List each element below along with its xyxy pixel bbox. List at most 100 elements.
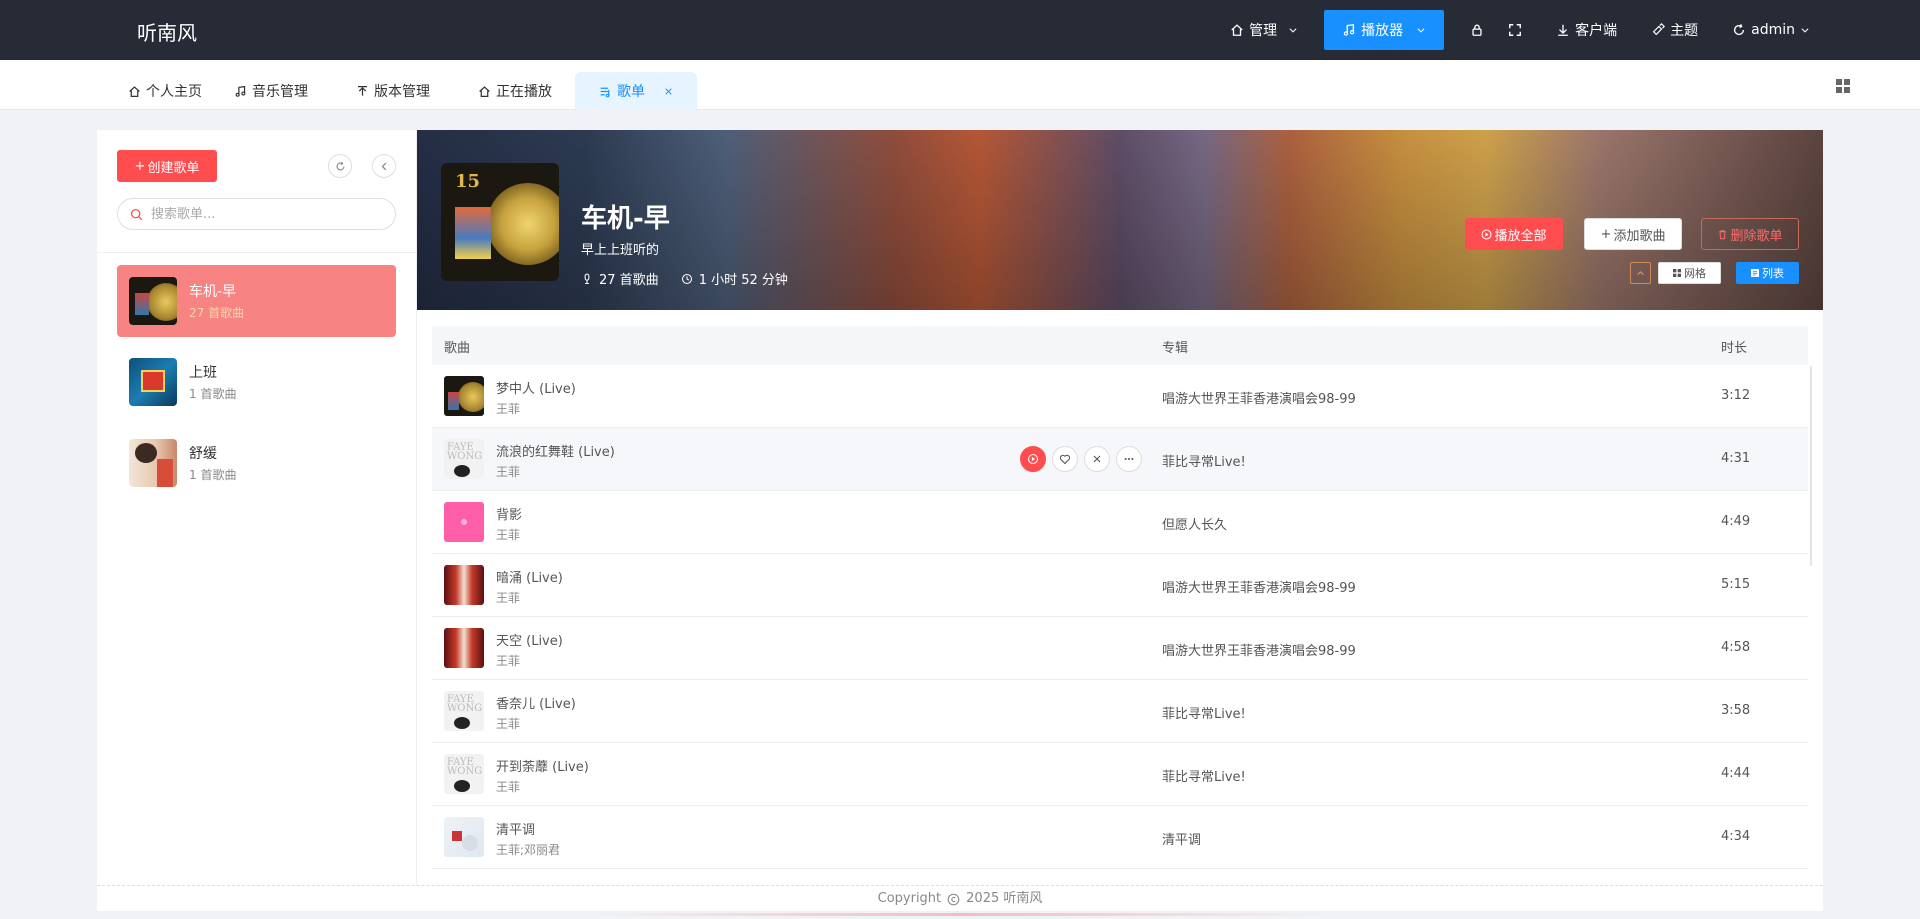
- tab-version-manage[interactable]: 版本管理: [356, 72, 430, 110]
- playlist-name: 上班: [189, 365, 217, 381]
- table-row[interactable]: 背影 王菲 但愿人长久 4:49: [432, 491, 1808, 554]
- chevron-down-icon: [1801, 28, 1809, 33]
- upload-icon: [358, 85, 367, 96]
- table-row[interactable]: FAYE WONG 开到荼蘼 (Live) 王菲 菲比寻常Live! 4:44: [432, 743, 1808, 806]
- chevron-left-icon: [381, 162, 386, 170]
- table-row[interactable]: 暗涌 (Live) 王菲 唱游大世界王菲香港演唱会98-99 5:15: [432, 554, 1808, 617]
- song-artist[interactable]: 王菲;邓丽君: [496, 841, 560, 858]
- home-icon: [1231, 24, 1243, 36]
- more-options-button[interactable]: [1116, 446, 1142, 472]
- player-menu[interactable]: 播放器: [1324, 10, 1445, 50]
- copyright-icon: [947, 893, 960, 905]
- lock-button[interactable]: [1458, 10, 1496, 50]
- table-scrollbar[interactable]: [1810, 366, 1812, 566]
- trash-icon: [1719, 229, 1727, 239]
- song-album[interactable]: 菲比寻常Live!: [1162, 703, 1246, 722]
- table-row[interactable]: FAYE WONG 香奈儿 (Live) 王菲 菲比寻常Live! 3:58: [432, 680, 1808, 743]
- fullscreen-button[interactable]: [1496, 10, 1534, 50]
- song-artist[interactable]: 王菲: [496, 400, 520, 417]
- client-label: 客户端: [1575, 23, 1618, 39]
- playlist-search-input[interactable]: [151, 206, 371, 222]
- playlist-cover: [129, 277, 177, 325]
- table-row[interactable]: FAYE WONG 流浪的红舞鞋 (Live) 王菲 菲比寻常Live! 4:31: [432, 428, 1808, 491]
- search-icon: [130, 208, 143, 220]
- tab-label: 个人主页: [146, 84, 202, 100]
- grid-view-button[interactable]: 网格: [1658, 262, 1721, 284]
- song-album[interactable]: 菲比寻常Live!: [1162, 766, 1246, 785]
- tab-playlist[interactable]: 歌单: [575, 72, 697, 110]
- refresh-icon: [1734, 24, 1745, 36]
- playlist-item-morning[interactable]: 车机-早 27 首歌曲: [117, 265, 396, 337]
- grid-icon[interactable]: [1836, 79, 1850, 93]
- table-row[interactable]: 天空 (Live) 王菲 唱游大世界王菲香港演唱会98-99 4:58: [432, 617, 1808, 680]
- collapse-header-button[interactable]: [1630, 262, 1651, 284]
- tab-label: 正在播放: [496, 84, 552, 100]
- remove-song-button[interactable]: [1084, 446, 1110, 472]
- client-download-link[interactable]: 客户端: [1544, 10, 1629, 50]
- user-menu[interactable]: admin: [1720, 10, 1822, 50]
- table-row[interactable]: 清平调 王菲;邓丽君 清平调 4:34: [432, 806, 1808, 869]
- song-album[interactable]: 清平调: [1162, 829, 1201, 848]
- song-title: 暗涌 (Live): [496, 571, 563, 586]
- header-song: 歌曲: [444, 341, 471, 356]
- add-song-button[interactable]: + 添加歌曲: [1584, 218, 1682, 250]
- list-view-button[interactable]: 列表: [1736, 262, 1799, 284]
- playlist-cover: [129, 439, 177, 487]
- plus-icon: +: [134, 158, 146, 174]
- music-note-icon: [1343, 23, 1355, 36]
- list-view-label: 列表: [1762, 267, 1784, 280]
- song-album[interactable]: 唱游大世界王菲香港演唱会98-99: [1162, 640, 1356, 659]
- delete-playlist-button[interactable]: 删除歌单: [1701, 218, 1799, 250]
- top-bar: 听南风 管理 播放器 客户端 主题 admin: [0, 0, 1920, 60]
- home-icon: [479, 85, 490, 97]
- list-icon: [1751, 269, 1759, 277]
- table-row[interactable]: 梦中人 (Live) 王菲 唱游大世界王菲香港演唱会98-99 3:12: [432, 365, 1808, 428]
- song-artist[interactable]: 王菲: [496, 778, 520, 795]
- tab-bar: 个人主页 音乐管理 版本管理 正在播放 歌单: [0, 60, 1920, 110]
- like-button[interactable]: [1052, 446, 1078, 472]
- close-icon[interactable]: [664, 87, 673, 96]
- song-album[interactable]: 唱游大世界王菲香港演唱会98-99: [1162, 388, 1356, 407]
- song-artist[interactable]: 王菲: [496, 526, 520, 543]
- song-duration: 4:58: [1721, 640, 1751, 655]
- song-artist[interactable]: 王菲: [496, 463, 520, 480]
- song-title: 天空 (Live): [496, 634, 563, 649]
- song-count: 27 首歌曲: [581, 269, 659, 288]
- refresh-button[interactable]: [328, 154, 352, 178]
- song-duration: 3:12: [1721, 388, 1751, 403]
- song-cover: [444, 502, 484, 542]
- tab-home[interactable]: 个人主页: [128, 72, 202, 110]
- song-album[interactable]: 唱游大世界王菲香港演唱会98-99: [1162, 577, 1356, 596]
- playlist-title: 车机-早: [581, 204, 670, 234]
- tab-now-playing[interactable]: 正在播放: [478, 72, 552, 110]
- song-artist[interactable]: 王菲: [496, 589, 520, 606]
- theme-button[interactable]: 主题: [1639, 10, 1710, 50]
- playlist-search[interactable]: [117, 198, 396, 230]
- song-cover: [444, 565, 484, 605]
- brand-logo[interactable]: 听南风: [137, 17, 197, 46]
- song-album[interactable]: 但愿人长久: [1162, 514, 1227, 533]
- manage-menu[interactable]: 管理: [1218, 10, 1310, 50]
- chevron-down-icon: [1289, 28, 1297, 33]
- song-title: 流浪的红舞鞋 (Live): [496, 445, 615, 460]
- song-album[interactable]: 菲比寻常Live!: [1162, 451, 1246, 470]
- tab-music-manage[interactable]: 音乐管理: [234, 72, 308, 110]
- home-icon: [129, 85, 140, 97]
- create-playlist-button[interactable]: + 创建歌单: [117, 150, 217, 182]
- brush-icon: [1652, 23, 1666, 36]
- play-all-button[interactable]: 播放全部: [1465, 218, 1563, 250]
- playlist-header-cover: 15: [441, 163, 559, 281]
- playlist-item-work[interactable]: 上班 1 首歌曲: [117, 346, 396, 418]
- tab-label: 音乐管理: [252, 84, 308, 100]
- play-circle-icon: [1027, 453, 1039, 465]
- music-note-icon: [235, 85, 246, 97]
- song-artist[interactable]: 王菲: [496, 715, 520, 732]
- song-artist[interactable]: 王菲: [496, 652, 520, 669]
- song-cover: FAYE WONG: [444, 439, 484, 479]
- playlist-item-soothing[interactable]: 舒缓 1 首歌曲: [117, 427, 396, 499]
- chevron-down-icon: [1417, 28, 1425, 33]
- play-song-button[interactable]: [1020, 446, 1046, 472]
- collapse-sidebar-button[interactable]: [372, 154, 396, 178]
- play-all-label: 播放全部: [1494, 228, 1547, 244]
- song-duration: 4:44: [1721, 766, 1751, 781]
